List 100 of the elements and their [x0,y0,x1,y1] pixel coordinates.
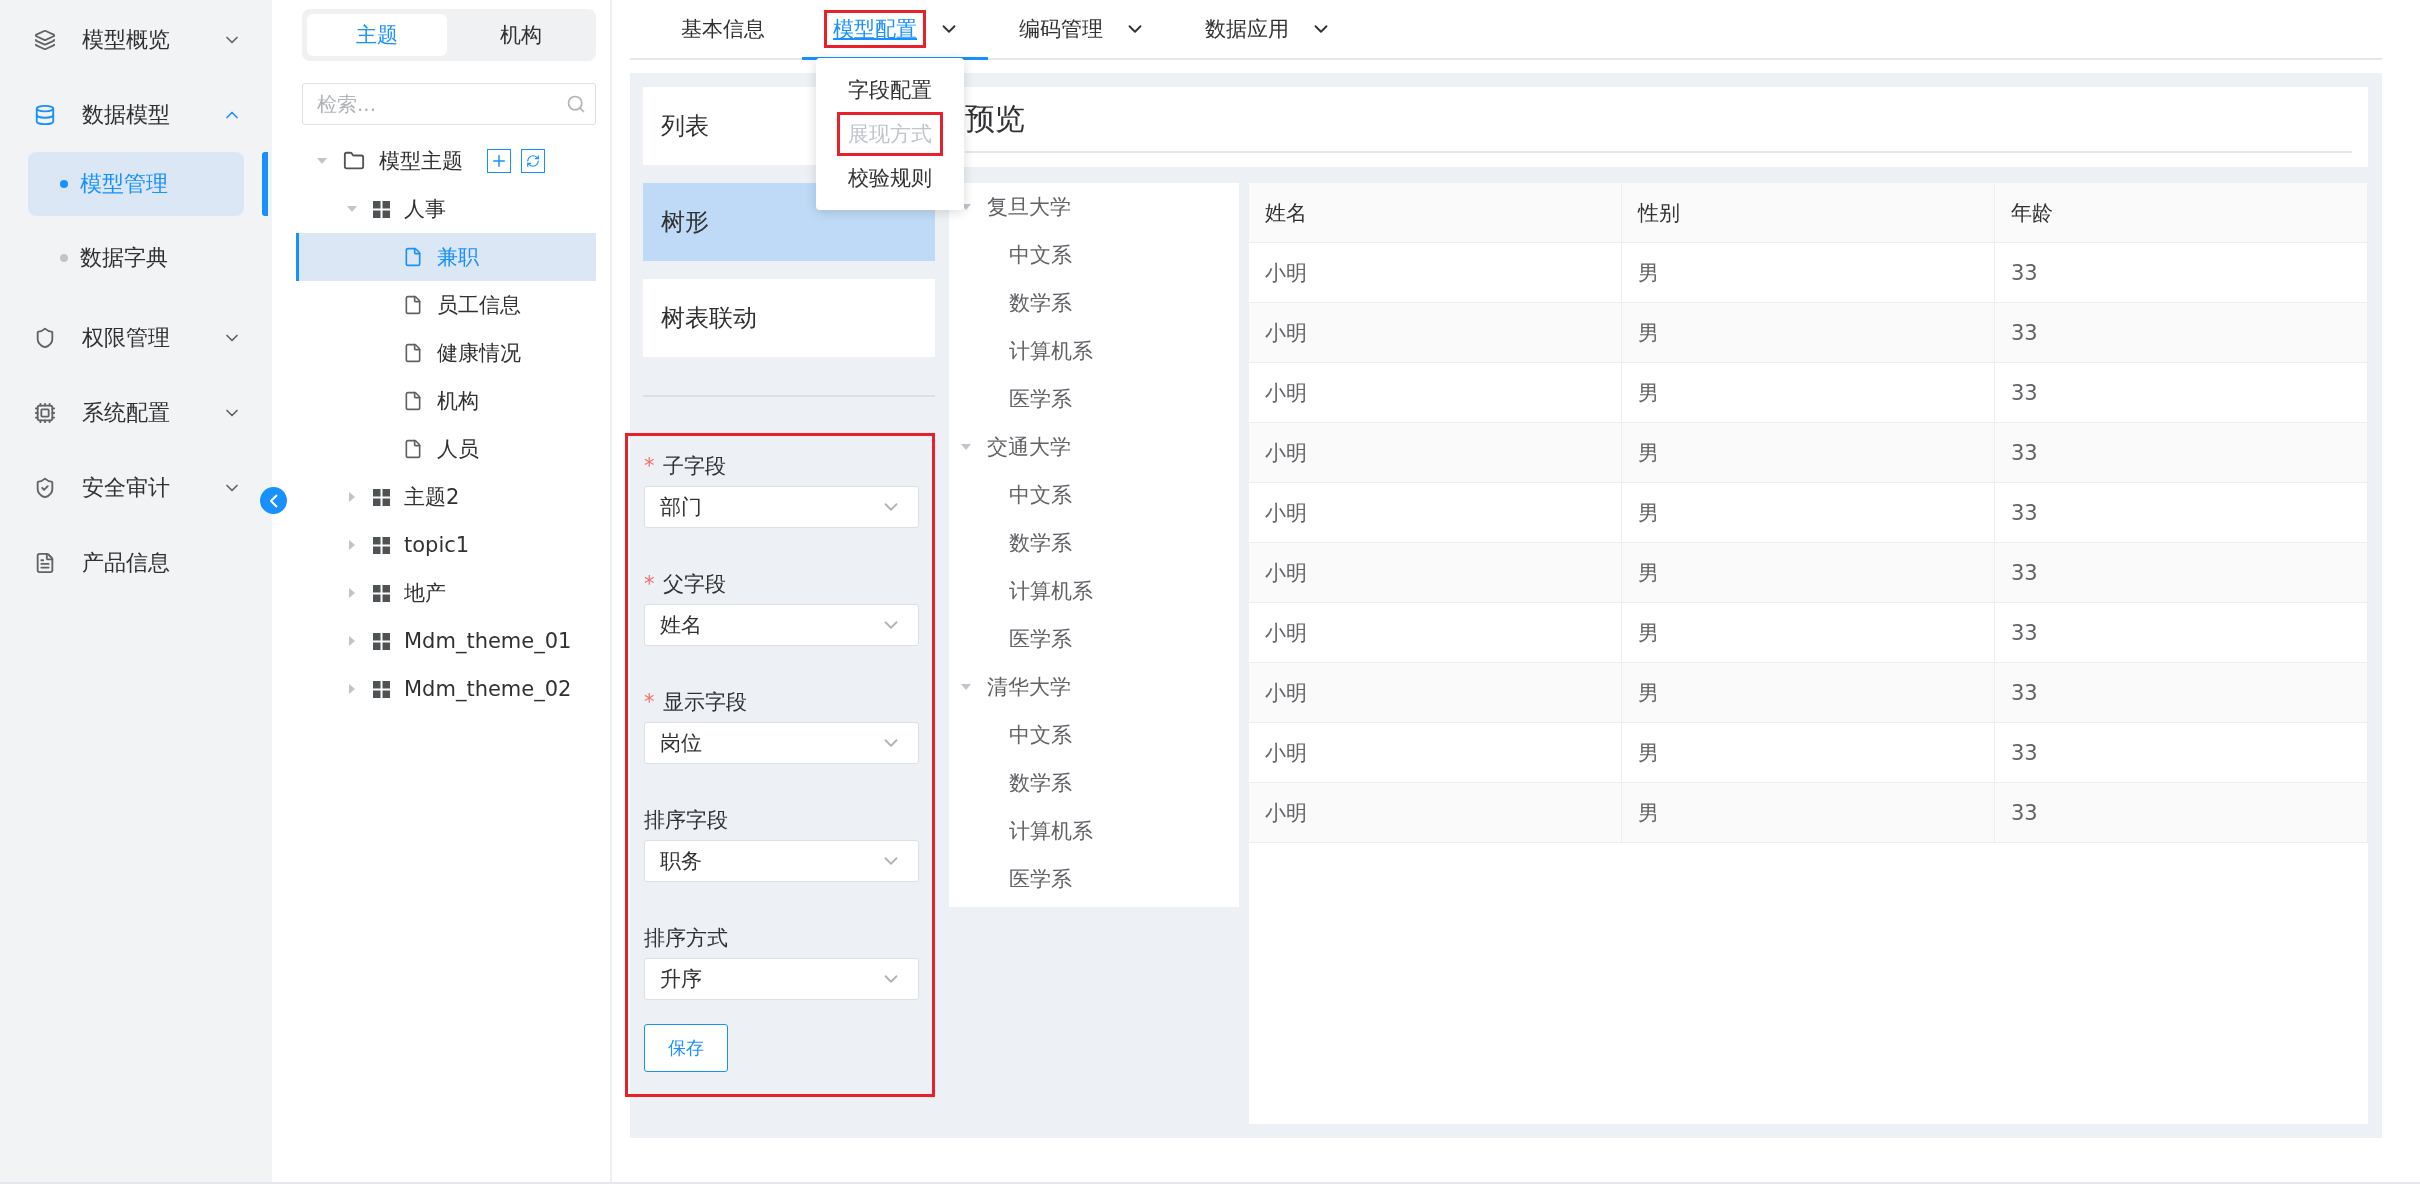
grid-icon [373,680,390,698]
table-cell: 男 [1622,663,1995,723]
tree-node-label: 机构 [437,388,479,415]
table-cell: 男 [1622,783,1995,843]
tree-node-label: 地产 [404,580,446,607]
tree-node[interactable]: 数学系 [959,279,1239,327]
grid-icon [373,632,390,650]
table-cell: 小明 [1249,603,1622,663]
table-cell: 33 [1995,783,2368,843]
table-cell: 男 [1622,303,1995,363]
nav-subitem[interactable]: 数据字典 [28,226,244,290]
field-label: 排序字段 [644,807,729,834]
tree-node-label: 人员 [437,436,479,463]
tree-node-label: Mdm_theme_01 [404,629,572,653]
tree-node-label: Mdm_theme_02 [404,677,572,701]
table-cell: 33 [1995,303,2368,363]
tree-node[interactable]: 数学系 [959,759,1239,807]
required-mark: * [644,572,655,596]
tree-node[interactable]: 中文系 [959,231,1239,279]
tree-node[interactable]: 健康情况 [296,329,596,377]
select-field[interactable]: 升序 [644,958,919,1000]
database-icon [34,103,56,126]
tree-node[interactable]: 复旦大学 [959,183,1239,231]
required-mark: * [644,690,655,714]
chevron-left-icon [269,493,278,508]
field-label: * 子字段 [644,453,727,480]
tree-node-label: 健康情况 [437,340,521,367]
tree-node-label: topic1 [404,533,470,557]
tree-node[interactable]: 员工信息 [296,281,596,329]
required-mark: * [644,454,655,478]
table-cell: 男 [1622,423,1995,483]
tree-node[interactable]: 人事 [296,185,596,233]
tab[interactable]: 编码管理 [988,0,1174,60]
grid-icon [373,584,390,602]
collapse-button[interactable] [260,487,287,514]
field-label: * 显示字段 [644,689,748,716]
tab[interactable]: 基本信息 [650,0,802,60]
chip-icon [34,401,56,424]
plus-icon [490,152,508,170]
nav-item[interactable]: 系统配置 [0,375,272,450]
nav-item[interactable]: 安全审计 [0,450,272,525]
tree-node[interactable]: 计算机系 [959,567,1239,615]
tree-node[interactable]: 交通大学 [959,423,1239,471]
document-icon [403,391,423,411]
tree-node[interactable]: 机构 [296,377,596,425]
tree-node[interactable]: 人员 [296,425,596,473]
nav-item[interactable]: 产品信息 [0,525,272,600]
refresh-button[interactable] [521,149,545,173]
grid-icon [373,200,390,218]
nav-item[interactable]: 数据模型 [0,77,272,152]
select-field[interactable]: 岗位 [644,722,919,764]
select-field[interactable]: 职务 [644,840,919,882]
tree-node[interactable]: 主题2 [296,473,596,521]
table-cell: 小明 [1249,723,1622,783]
tree-node[interactable]: 医学系 [959,615,1239,663]
shield-icon [34,326,56,349]
tree-node-label: 员工信息 [437,292,521,319]
table-cell: 小明 [1249,303,1622,363]
tree-node[interactable]: 医学系 [959,855,1239,903]
table-cell: 男 [1622,363,1995,423]
table-cell: 33 [1995,723,2368,783]
nav-item[interactable]: 模型概览 [0,2,272,77]
nav-item[interactable]: 权限管理 [0,300,272,375]
tree-node[interactable]: 计算机系 [959,807,1239,855]
table-cell: 男 [1622,723,1995,783]
layers-icon [34,28,56,51]
table-cell: 小明 [1249,423,1622,483]
field-label: 排序方式 [644,925,729,952]
tree-node[interactable]: Mdm_theme_01 [296,617,596,665]
display-mode-option[interactable]: 树表联动 [643,279,935,357]
tree-node[interactable]: 清华大学 [959,663,1239,711]
tab[interactable]: 数据应用 [1174,0,1360,60]
folder-icon [343,150,365,172]
tree-node[interactable]: 地产 [296,569,596,617]
select-field[interactable]: 部门 [644,486,919,528]
tree-node[interactable]: 计算机系 [959,327,1239,375]
select-field[interactable]: 姓名 [644,604,919,646]
tree-node[interactable]: 中文系 [959,711,1239,759]
add-button[interactable] [487,149,511,173]
document-icon [403,295,423,315]
active-indicator [262,152,268,216]
field-label: * 父字段 [644,571,727,598]
tree-node[interactable]: 医学系 [959,375,1239,423]
column-header: 性别 [1622,183,1995,243]
search-field[interactable]: 检索... [302,83,596,125]
table-cell: 33 [1995,543,2368,603]
table-cell: 男 [1622,603,1995,663]
tree-node[interactable]: 数学系 [959,519,1239,567]
column-header: 年龄 [1995,183,2368,243]
tree-node[interactable]: topic1 [296,521,596,569]
segment-tab[interactable]: 机构 [451,14,591,56]
table-cell: 男 [1622,243,1995,303]
table-cell: 男 [1622,543,1995,603]
refresh-icon [526,154,540,168]
tree-node[interactable]: 中文系 [959,471,1239,519]
table-cell: 小明 [1249,243,1622,303]
tree-node-label: 主题2 [404,484,460,511]
tree-node[interactable]: 模型主题 [296,137,596,185]
table-cell: 33 [1995,483,2368,543]
tree-node[interactable]: Mdm_theme_02 [296,665,596,713]
